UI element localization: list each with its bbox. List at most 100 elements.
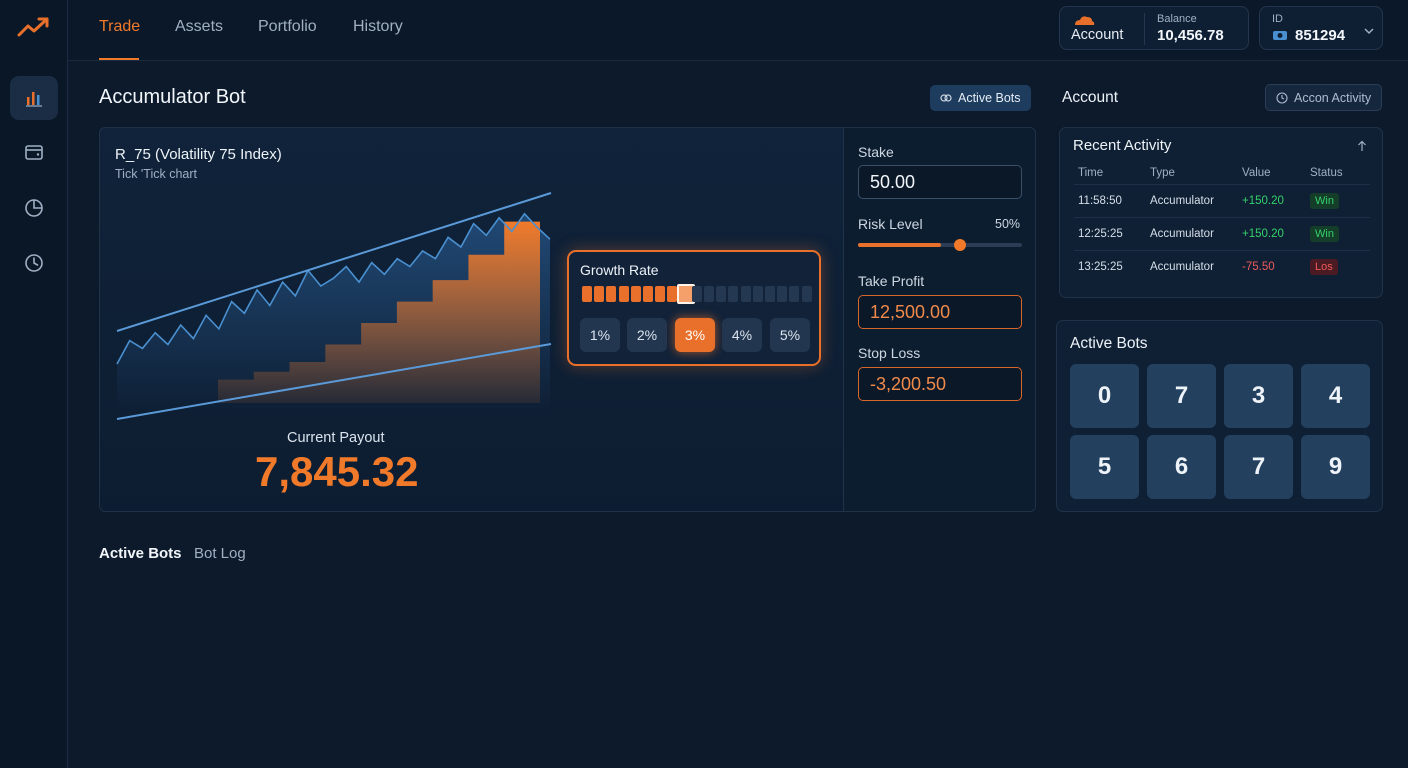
growth-level-segment [582,286,592,302]
stop-loss-input[interactable]: -3,200.50 [858,367,1022,401]
row-value: +150.20 [1238,216,1306,250]
bot-number-tile[interactable]: 3 [1224,364,1293,428]
rate-1-button[interactable]: 1% [580,318,620,352]
sidebar [0,0,68,768]
col-value: Value [1242,166,1271,179]
bot-number-tile[interactable]: 7 [1224,435,1293,499]
tab-history[interactable]: History [353,18,403,36]
sidebar-item-wallet[interactable] [10,130,58,174]
growth-level-segment [740,286,751,302]
risk-slider-fill [858,243,941,247]
chevron-down-icon [1364,28,1374,35]
active-bots-title: Active Bots [1070,335,1148,352]
growth-level-segment [630,286,641,302]
recent-activity-card: Recent Activity Time Type Value Status 1… [1059,127,1383,298]
rate-3-button[interactable]: 3% [675,318,715,352]
clock-icon [1276,91,1288,104]
growth-level-segment [618,286,629,302]
balance-label: Balance [1157,13,1197,25]
bot-number-tile[interactable]: 5 [1070,435,1139,499]
status-badge: Los [1310,258,1338,275]
wallet-icon [25,145,43,160]
tab-active-bots[interactable]: Active Bots [99,545,182,562]
row-type: Accumulator [1146,249,1238,283]
growth-rate-panel: Growth Rate 1% 2% 3% 4% 5% [567,250,821,366]
arrow-up-icon[interactable] [1357,140,1367,152]
row-value: +150.20 [1238,183,1306,217]
bot-number-tile[interactable]: 4 [1301,364,1370,428]
table-row[interactable]: 11:58:50 Accumulator +150.20 Win [1074,183,1370,217]
account-activity-label: Accon Activity [1294,90,1372,105]
user-id-chip[interactable]: ID 851294 [1259,6,1383,50]
growth-level-segment [752,286,763,302]
growth-level-segment [728,286,739,302]
risk-slider-handle[interactable] [954,239,966,251]
rate-4-button[interactable]: 4% [722,318,762,352]
sidebar-item-history[interactable] [10,241,58,285]
active-bots-button[interactable]: Active Bots [930,85,1031,111]
balance-value: 10,456.78 [1157,27,1224,44]
recent-activity-title: Recent Activity [1073,137,1172,154]
pie-chart-icon [25,199,43,217]
stake-input[interactable]: 50.00 [858,165,1022,199]
take-profit-input[interactable]: 12,500.00 [858,295,1022,329]
row-time: 13:25:25 [1074,249,1146,283]
sidebar-item-portfolio[interactable] [10,186,58,230]
rate-5-button[interactable]: 5% [770,318,810,352]
growth-level-segment [704,286,714,302]
id-label: ID [1272,13,1283,25]
id-value: 851294 [1295,27,1346,44]
bot-number-tile[interactable]: 0 [1070,364,1139,428]
status-badge: Win [1310,192,1339,209]
growth-level-segment [643,286,653,302]
settings-pane: Stake 50.00 Risk Level 50% Take Profit 1… [843,128,1035,511]
account-label: Account [1071,27,1124,43]
growth-rate-label: Growth Rate [580,262,659,278]
rate-2-button[interactable]: 2% [627,318,667,352]
row-time: 11:58:50 [1074,183,1146,217]
table-row[interactable]: 12:25:25 Accumulator +150.20 Win [1074,216,1370,250]
col-type: Type [1150,166,1175,179]
activity-table: Time Type Value Status 11:58:50 Accumula… [1074,162,1370,283]
tab-bot-log[interactable]: Bot Log [194,545,246,562]
payout-label: Current Payout [287,430,385,446]
growth-level-segment [691,286,702,302]
bot-number-tile[interactable]: 7 [1147,364,1216,428]
tab-portfolio[interactable]: Portfolio [258,18,317,36]
table-row[interactable]: 13:25:25 Accumulator -75.50 Los [1074,249,1370,283]
payout-value: 7,845.32 [255,448,419,495]
growth-level-segment [655,286,666,302]
trend-up-logo-icon [17,17,49,37]
account-activity-button[interactable]: Accon Activity [1265,84,1383,111]
stop-loss-label: Stop Loss [858,345,921,361]
account-balance-chip[interactable]: Account Balance 10,456.78 [1059,6,1249,50]
row-type: Accumulator [1146,183,1238,217]
growth-level-segment [594,286,605,302]
clock-icon [25,254,43,272]
bot-number-tile[interactable]: 6 [1147,435,1216,499]
sidebar-item-charts[interactable] [10,76,58,120]
risk-level-value: 50% [995,217,1021,231]
bar-chart-icon [26,92,42,107]
growth-level-segment [667,286,678,302]
tab-trade[interactable]: Trade [99,18,140,36]
take-profit-label: Take Profit [858,273,925,289]
tick-chart[interactable] [100,128,560,428]
row-time: 12:25:25 [1074,216,1146,250]
growth-level-segment [716,286,727,302]
cloud-icon [1075,16,1095,25]
active-bots-card: Active Bots 0 7 3 4 5 6 7 9 [1056,320,1383,512]
bot-number-tile[interactable]: 9 [1301,435,1370,499]
risk-level-label: Risk Level [858,216,923,232]
page-title: Accumulator Bot [99,86,246,108]
row-type: Accumulator [1146,216,1238,250]
active-tab-indicator [99,58,139,60]
account-panel-title: Account [1062,89,1119,106]
row-value: -75.50 [1238,249,1306,283]
tab-assets[interactable]: Assets [175,18,223,36]
bots-icon [940,94,952,102]
divider [1144,13,1145,45]
risk-slider-track[interactable] [858,239,1022,251]
col-status: Status [1310,166,1343,179]
col-time: Time [1078,166,1104,179]
